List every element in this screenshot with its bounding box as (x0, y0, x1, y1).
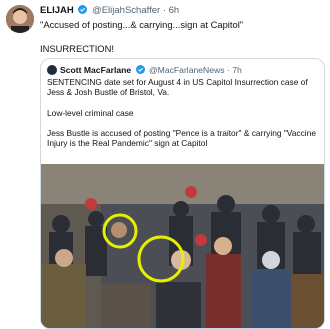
quoted-author-display-name: Scott MacFarlane (60, 65, 132, 75)
verified-badge-icon (135, 65, 145, 74)
verified-badge-icon (78, 5, 88, 14)
tweet-time[interactable]: 6h (169, 5, 180, 16)
avatar-photo (6, 5, 34, 33)
tweet[interactable]: ELIJAH @ElijahSchaffer · 6h "Accused of … (0, 0, 330, 329)
quoted-tweet-time: 7h (232, 65, 242, 75)
quoted-tweet-text: SENTENCING date set for August 4 in US C… (47, 77, 316, 149)
author-display-name[interactable]: ELIJAH (40, 5, 74, 16)
time-separator: · (162, 5, 166, 16)
crowd-photo (41, 164, 324, 328)
author-handle[interactable]: @ElijahSchaffer (92, 5, 160, 16)
author-avatar[interactable] (6, 5, 34, 33)
time-separator: · (226, 65, 230, 75)
tweet-text: "Accused of posting...& carrying...sign … (40, 19, 244, 54)
quoted-tweet-photo[interactable] (41, 164, 324, 328)
quoted-author-line: Scott MacFarlane @MacFarlaneNews · 7h (47, 65, 242, 75)
quoted-tweet[interactable]: Scott MacFarlane @MacFarlaneNews · 7h SE… (40, 58, 325, 329)
author-line: ELIJAH @ElijahSchaffer · 6h (40, 5, 179, 16)
quoted-author-avatar (47, 65, 57, 75)
quoted-author-handle: @MacFarlaneNews (148, 65, 225, 75)
